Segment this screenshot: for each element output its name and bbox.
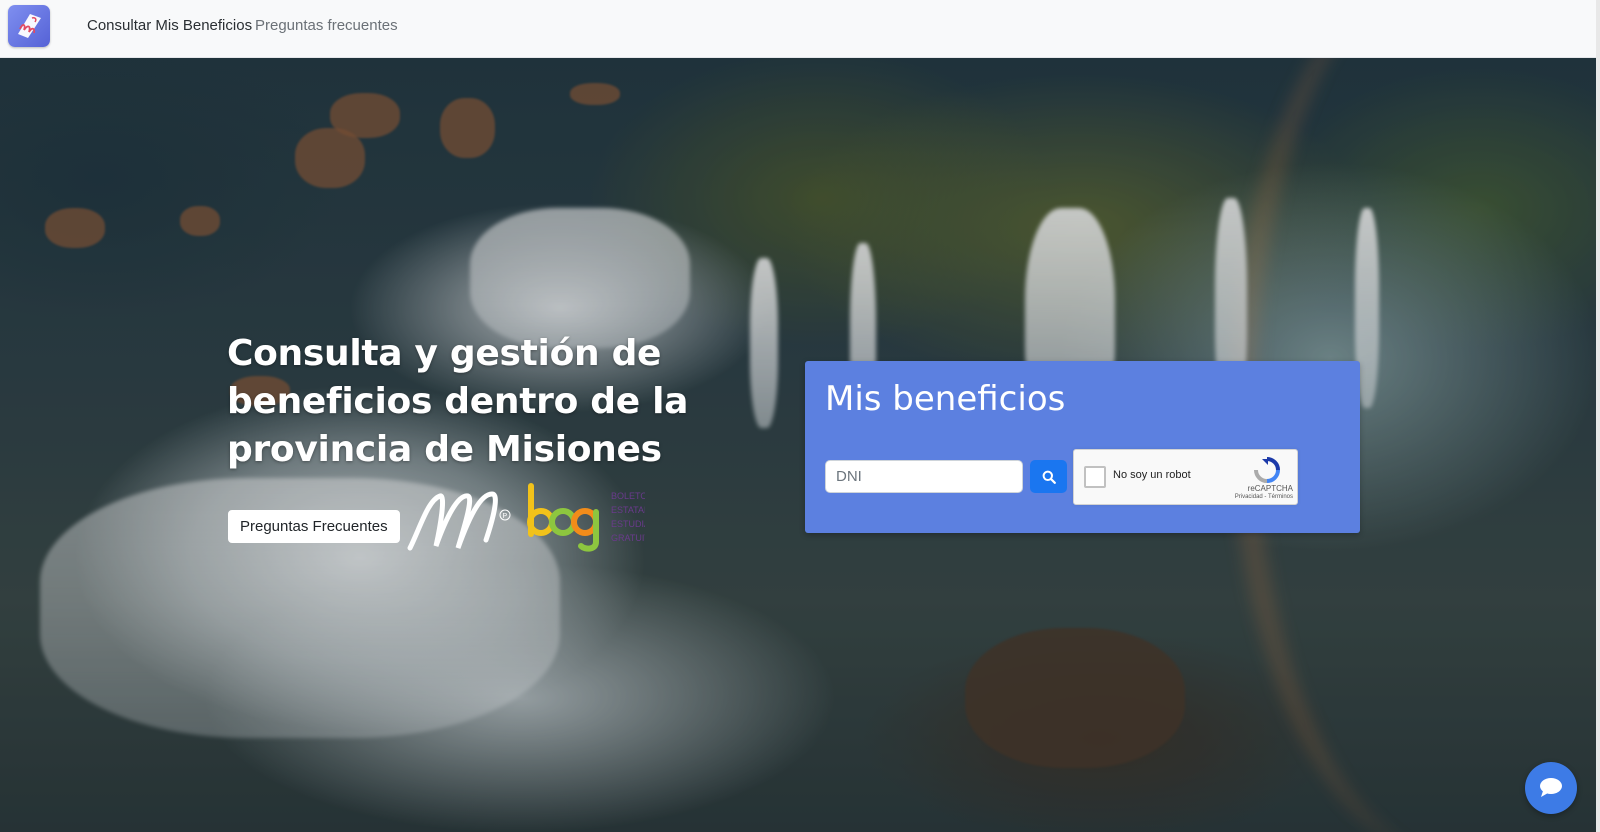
beeg-caption-line: BOLETO [611,491,645,501]
navbar: Consultar Mis Beneficios Preguntas frecu… [0,0,1596,58]
chat-button[interactable] [1525,762,1577,814]
misiones-app-logo-icon [18,14,41,38]
mis-beneficios-card: Mis beneficios No soy un robot reCAPTCHA… [805,361,1360,533]
recaptcha-logo-icon [1254,457,1280,483]
page-title: Consulta y gestión de beneficios dentro … [227,333,689,470]
misiones-m-logo: P [406,488,514,560]
brand-logo[interactable] [8,5,50,47]
beeg-caption-line: GRATUITO [611,533,645,543]
recaptcha-label: No soy un robot [1113,469,1191,481]
recaptcha-brand: reCAPTCHA [1247,484,1293,493]
search-button[interactable] [1030,460,1067,493]
nav-link-preguntas-frecuentes[interactable]: Preguntas frecuentes [255,17,398,34]
faq-button[interactable]: Preguntas Frecuentes [228,510,400,543]
chat-bubble-icon [1540,778,1562,797]
misiones-m-logo-icon: P [407,491,511,551]
recaptcha-widget: No soy un robot reCAPTCHA Privacidad - T… [1073,449,1298,505]
beeg-caption-line: ESTUDIANTIL [611,519,645,529]
dni-input[interactable] [825,460,1023,493]
page-scrollbar[interactable] [1596,0,1600,832]
svg-text:P: P [503,513,508,520]
recaptcha-checkbox[interactable] [1084,466,1106,488]
beeg-logo-icon: BOLETO ESTATAL ESTUDIANTIL GRATUITO [527,483,670,552]
beeg-logo: BOLETO ESTATAL ESTUDIANTIL GRATUITO [527,482,670,558]
recaptcha-terms-link[interactable]: Privacidad - Términos [1235,494,1293,500]
card-title: Mis beneficios [825,379,1066,419]
search-icon [1042,470,1056,484]
nav-link-consultar-beneficios[interactable]: Consultar Mis Beneficios [87,17,252,34]
beeg-caption-line: ESTATAL [611,505,645,515]
